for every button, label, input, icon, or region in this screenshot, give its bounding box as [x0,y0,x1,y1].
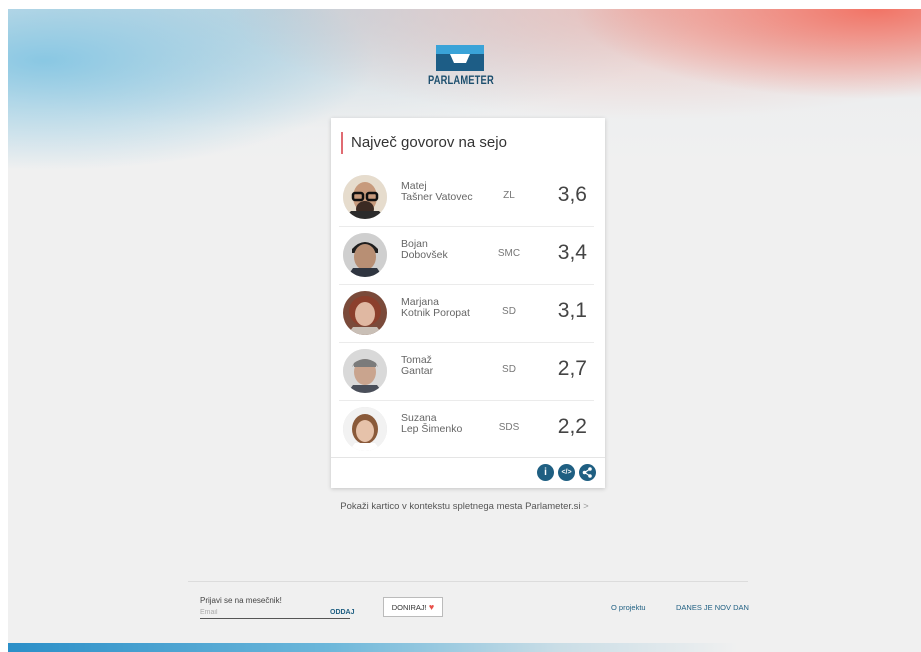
table-row[interactable]: Matej Tašner Vatovec ZL 3,6 [339,169,594,227]
table-row[interactable]: Suzana Lep Šimenko SDS 2,2 [339,401,594,458]
party-label: ZL [503,190,515,201]
logo-mark-icon [436,45,484,71]
share-button[interactable] [579,464,596,481]
mp-name[interactable]: Marjana Kotnik Poropat [401,297,491,319]
avatar [343,233,387,277]
table-row[interactable]: Marjana Kotnik Poropat SD 3,1 [339,285,594,343]
avatar [343,175,387,219]
logo-text: PARLAMETER [428,73,494,87]
heart-icon: ♥ [428,602,435,612]
info-button[interactable]: i [537,464,554,481]
speech-count: 3,4 [557,241,587,264]
party-label: SD [502,306,516,317]
party-label: SDS [498,422,520,433]
mp-name[interactable]: Suzana Lep Šimenko [401,413,491,435]
speech-count: 3,6 [557,183,587,206]
newsletter-label: Prijavi se na mesečnik! [200,596,282,605]
code-icon: </> [561,469,572,476]
share-icon [582,467,592,478]
embed-button[interactable]: </> [558,464,575,481]
party-label: SMC [497,248,521,259]
card-title: Največ govorov na sejo [341,132,507,154]
context-link[interactable]: Pokaži kartico v kontekstu spletnega mes… [8,501,921,512]
donate-button[interactable]: DONIRAJ! ♥ [383,597,443,617]
about-link[interactable]: O projektu [611,603,646,612]
speeches-card: Največ govorov na sejo Matej Tašner Vato… [331,118,605,488]
info-icon: i [544,467,547,478]
footer-divider [188,581,748,582]
chevron-right-icon: > [583,501,589,512]
page-frame: PARLAMETER Največ govorov na sejo Matej … [8,9,921,652]
email-field[interactable] [200,606,350,619]
bottom-strip [8,643,921,652]
today-link[interactable]: DANES JE NOV DAN [676,603,749,612]
submit-button[interactable]: ODDAJ [330,609,355,616]
avatar [343,291,387,335]
mp-name[interactable]: Bojan Dobovšek [401,239,491,261]
avatar [343,349,387,393]
speech-count: 3,1 [557,299,587,322]
card-footer: i </> [331,457,605,488]
mp-name[interactable]: Tomaž Gantar [401,355,491,377]
speech-count: 2,7 [557,357,587,380]
table-row[interactable]: Bojan Dobovšek SMC 3,4 [339,227,594,285]
avatar [343,407,387,451]
speech-count: 2,2 [557,415,587,438]
mp-name[interactable]: Matej Tašner Vatovec [401,181,491,203]
party-label: SD [502,364,516,375]
table-row[interactable]: Tomaž Gantar SD 2,7 [339,343,594,401]
